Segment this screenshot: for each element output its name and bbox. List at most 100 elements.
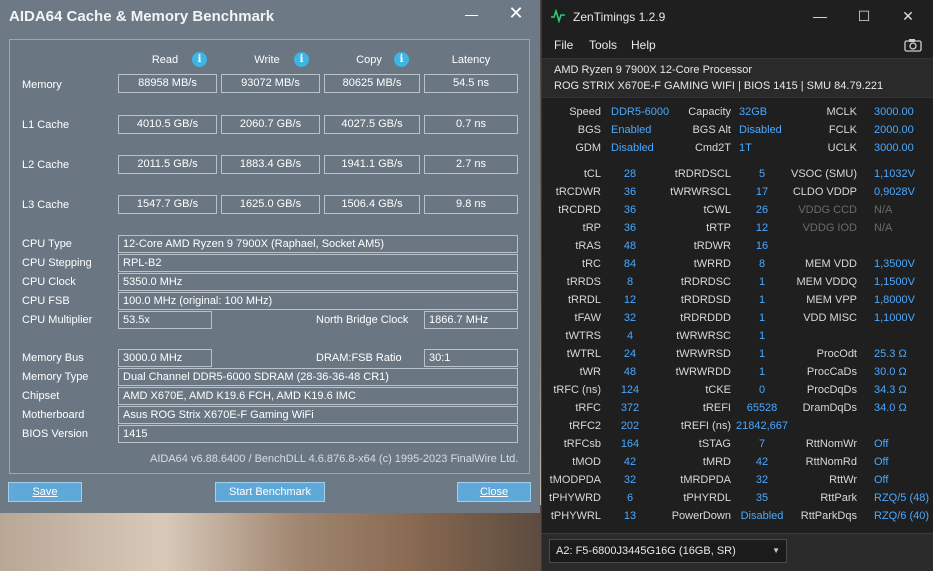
timing-label: tMOD	[572, 456, 601, 468]
l3-read-value: 1547.7 GB/s	[118, 195, 217, 214]
timing-value: Off	[874, 474, 889, 486]
memory-latency-value: 54.5 ns	[424, 74, 518, 93]
north-bridge-clock-label: North Bridge Clock	[316, 314, 409, 326]
timing-value: 12	[755, 222, 769, 234]
timing-label: tRDWR	[693, 240, 731, 252]
timing-label: tWRRD	[693, 258, 731, 270]
timing-value: 1	[758, 294, 766, 306]
timing-label: tFAW	[574, 312, 601, 324]
minimize-button[interactable]	[463, 6, 481, 24]
timing-label: tRDRDSD	[680, 294, 731, 306]
info-icon[interactable]: i	[394, 52, 409, 67]
timing-value: 1,8000V	[874, 294, 915, 306]
timing-label: ProcDqDs	[806, 384, 857, 396]
timing-label: tRDRDSCL	[674, 168, 731, 180]
cpu-stepping-value: RPL-B2	[118, 254, 518, 272]
l2-copy-value: 1941.1 GB/s	[324, 155, 420, 174]
cpu-stepping-label: CPU Stepping	[22, 257, 92, 269]
benchmark-panel: Read i Write i Copy i Latency Memory 889…	[9, 39, 530, 474]
cpu-fsb-value: 100.0 MHz (original: 100 MHz)	[118, 292, 518, 310]
timing-value: Disabled	[611, 142, 654, 154]
camera-icon[interactable]	[904, 38, 922, 52]
timing-value: 0,9028V	[874, 186, 915, 198]
menu-file[interactable]: File	[554, 38, 573, 52]
maximize-icon[interactable]: ☐	[854, 6, 874, 26]
save-button[interactable]: Save	[8, 482, 82, 502]
timing-value: 48	[623, 366, 637, 378]
timing-label: tRTP	[706, 222, 731, 234]
timing-label: tPHYRDL	[683, 492, 731, 504]
timing-value: 1,3500V	[874, 258, 915, 270]
timing-value: 7	[758, 438, 766, 450]
row-label-memory: Memory	[22, 79, 62, 91]
motherboard-label: Motherboard	[22, 409, 85, 421]
column-header-read: Read	[151, 54, 179, 66]
memory-type-value: Dual Channel DDR5-6000 SDRAM (28-36-36-4…	[118, 368, 518, 386]
row-label-l2: L2 Cache	[22, 159, 70, 171]
timing-value: Enabled	[611, 124, 652, 136]
timing-value: 1	[758, 348, 766, 360]
timing-value: 1	[758, 330, 766, 342]
menu-tools[interactable]: Tools	[589, 38, 617, 52]
memory-type-label: Memory Type	[22, 371, 89, 383]
memory-bus-value: 3000.0 MHz	[118, 349, 212, 367]
dimm-select[interactable]: A2: F5-6800J3445G16G (16GB, SR) ▼	[549, 539, 787, 563]
motherboard-value: Asus ROG Strix X670E-F Gaming WiFi	[118, 406, 518, 424]
start-benchmark-label: Start Benchmark	[229, 486, 311, 498]
aida64-window: AIDA64 Cache & Memory Benchmark ✕ Read i…	[0, 0, 540, 513]
cpu-type-value: 12-Core AMD Ryzen 9 7900X (Raphael, Sock…	[118, 235, 518, 253]
minimize-icon[interactable]: —	[810, 6, 830, 26]
menu-help[interactable]: Help	[631, 38, 656, 52]
memory-write-value: 93072 MB/s	[221, 74, 320, 93]
l3-write-value: 1625.0 GB/s	[221, 195, 320, 214]
info-icon[interactable]: i	[294, 52, 309, 67]
timing-value: 1	[758, 276, 766, 288]
timing-value: RZQ/5 (48)	[874, 492, 930, 504]
zen-titlebar: ZenTimings 1.2.9 — ☐ ✕	[542, 0, 933, 32]
cpu-name: AMD Ryzen 9 7900X 12-Core Processor	[554, 64, 753, 76]
timing-value: 42	[623, 456, 637, 468]
timing-label: tWRWRDD	[675, 366, 731, 378]
timing-value: 34.3 Ω	[874, 384, 907, 396]
timing-label: VSOC (SMU)	[791, 168, 857, 180]
timing-value: Disabled	[739, 124, 782, 136]
timing-label: Speed	[569, 106, 601, 118]
timing-value: 42	[755, 456, 769, 468]
timing-value: 35	[755, 492, 769, 504]
timing-value: 24	[623, 348, 637, 360]
l1-read-value: 4010.5 GB/s	[118, 115, 217, 134]
timing-value: 1,1032V	[874, 168, 915, 180]
timing-label: ProcCaDs	[806, 366, 857, 378]
dram-fsb-ratio-value: 30:1	[424, 349, 518, 367]
chipset-value: AMD X670E, AMD K19.6 FCH, AMD K19.6 IMC	[118, 387, 518, 405]
zen-window-title: ZenTimings 1.2.9	[573, 10, 666, 24]
close-button[interactable]: Close	[457, 482, 531, 502]
l3-latency-value: 9.8 ns	[424, 195, 518, 214]
timing-value: 32GB	[739, 106, 768, 118]
timing-label: tWTRL	[566, 348, 601, 360]
timing-label: tMRDPDA	[680, 474, 731, 486]
close-icon[interactable]: ✕	[898, 6, 918, 26]
timing-value: 2000.00	[874, 124, 914, 136]
timing-label: UCLK	[827, 142, 857, 154]
cpu-multiplier-label: CPU Multiplier	[22, 314, 93, 326]
timing-value: 3000.00	[874, 106, 914, 118]
close-icon[interactable]: ✕	[506, 3, 526, 23]
timing-value: N/A	[874, 204, 893, 216]
timing-value: 202	[620, 420, 640, 432]
dram-fsb-ratio-label: DRAM:FSB Ratio	[316, 352, 402, 364]
timing-label: BGS	[577, 124, 601, 136]
timing-value: 1	[758, 312, 766, 324]
timing-label: VDDG CCD	[798, 204, 857, 216]
timing-label: tCL	[583, 168, 601, 180]
start-benchmark-button[interactable]: Start Benchmark	[215, 482, 325, 502]
timing-label: VDDG IOD	[802, 222, 857, 234]
board-info: ROG STRIX X670E-F GAMING WIFI | BIOS 141…	[554, 80, 884, 92]
cpu-type-label: CPU Type	[22, 238, 72, 250]
timing-value: 164	[620, 438, 640, 450]
timing-label: tRAS	[575, 240, 601, 252]
timing-value: 28	[623, 168, 637, 180]
info-icon[interactable]: i	[192, 52, 207, 67]
timing-label: tMODPDA	[549, 474, 601, 486]
column-header-write: Write	[254, 54, 280, 66]
